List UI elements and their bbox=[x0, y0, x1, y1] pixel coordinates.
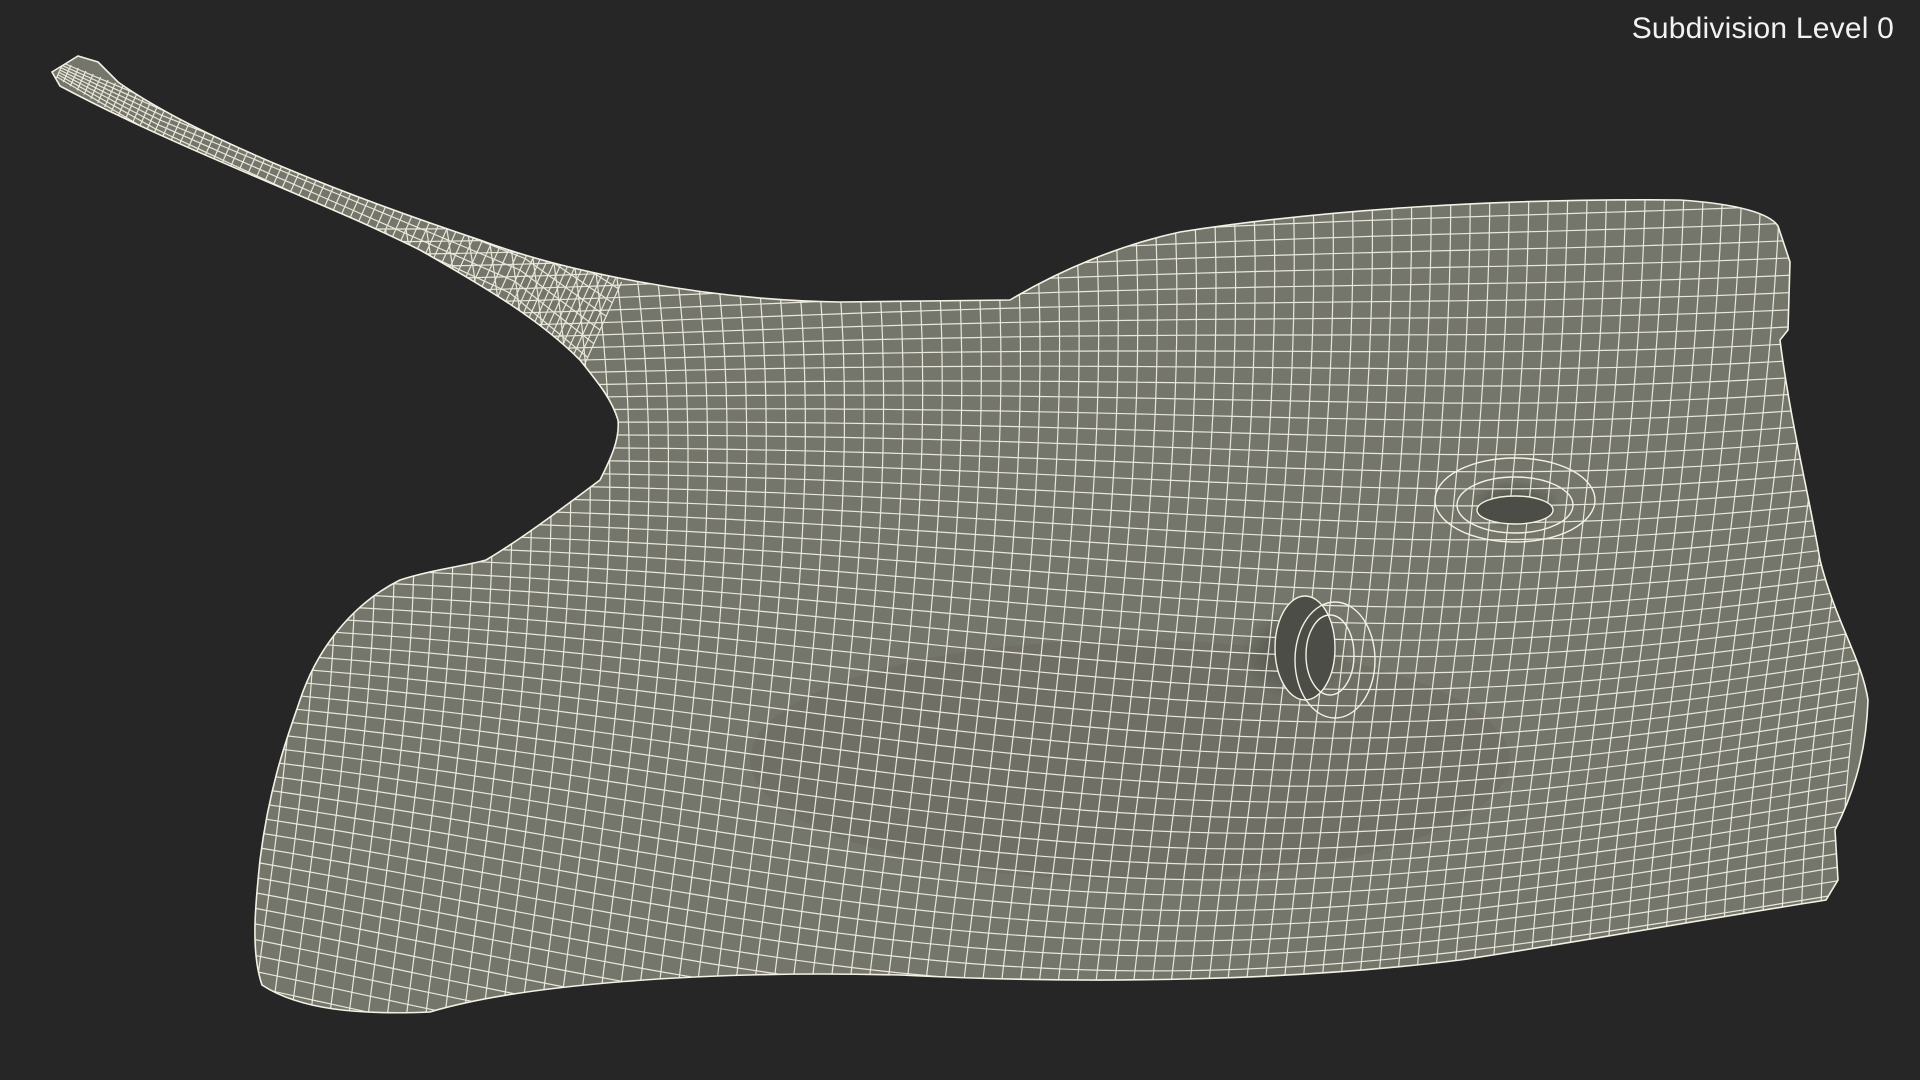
wire-line bbox=[214, 225, 259, 1011]
3d-viewport[interactable]: Subdivision Level 0 bbox=[0, 0, 1920, 1080]
wire-line bbox=[177, 223, 220, 1003]
wire-line bbox=[119, 219, 161, 991]
wire-line bbox=[158, 222, 200, 999]
subdivision-level-label: Subdivision Level 0 bbox=[1631, 12, 1894, 45]
wire-line bbox=[195, 224, 239, 1007]
wire-line bbox=[139, 221, 181, 995]
tail-line bbox=[62, 62, 619, 290]
stingray-wireframe-mesh bbox=[51, 55, 1869, 1014]
wire-line bbox=[1839, 146, 1868, 1013]
